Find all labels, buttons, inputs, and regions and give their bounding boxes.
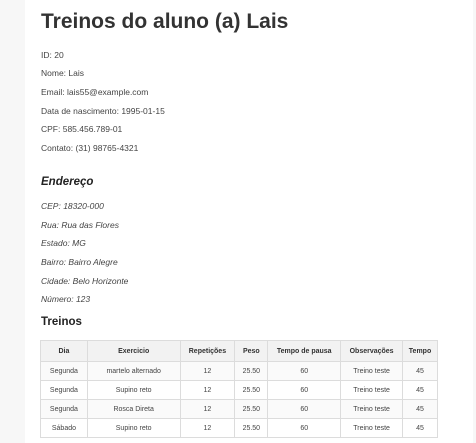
table-header-row: Dia Exercicio Repetições Peso Tempo de p…	[40, 340, 438, 362]
cell-notes: Treino teste	[340, 399, 404, 419]
student-id: ID: 20	[41, 50, 64, 60]
cell-day: Segunda	[40, 399, 88, 419]
cell-time: 45	[402, 380, 438, 400]
table-row: Sábado Supino reto 12 25.50 60 Treino te…	[40, 418, 438, 438]
table-row: Segunda martelo alternado 12 25.50 60 Tr…	[40, 361, 438, 381]
address-number: Número: 123	[41, 294, 91, 304]
trainings-heading: Treinos	[41, 316, 82, 328]
cell-notes: Treino teste	[340, 361, 404, 381]
cell-time: 45	[402, 361, 438, 381]
report-page: Treinos do aluno (a) Lais ID: 20 Nome: L…	[25, 0, 473, 443]
cell-exercise: Supino reto	[86, 418, 181, 438]
table-row: Segunda Supino reto 12 25.50 60 Treino t…	[40, 380, 438, 400]
cell-weight: 25.50	[234, 418, 269, 438]
page-title: Treinos do aluno (a) Lais	[41, 10, 289, 33]
cell-repetitions: 12	[179, 399, 236, 419]
student-birthdate: Data de nascimento: 1995-01-15	[41, 106, 165, 116]
column-header-weight: Peso	[234, 340, 269, 362]
cell-day: Segunda	[40, 380, 88, 400]
cell-exercise: martelo alternado	[86, 361, 181, 381]
student-name: Nome: Lais	[41, 68, 84, 78]
cell-repetitions: 12	[179, 418, 236, 438]
cell-rest-time: 60	[267, 380, 342, 400]
column-header-time: Tempo	[402, 340, 438, 362]
cell-time: 45	[402, 418, 438, 438]
address-heading: Endereço	[41, 176, 94, 188]
column-header-day: Dia	[40, 340, 88, 362]
student-cpf: CPF: 585.456.789-01	[41, 124, 123, 134]
cell-exercise: Supino reto	[86, 380, 181, 400]
address-city: Cidade: Belo Horizonte	[41, 276, 129, 286]
column-header-repetitions: Repetições	[179, 340, 236, 362]
cell-exercise: Rosca Direta	[86, 399, 181, 419]
column-header-notes: Observações	[340, 340, 404, 362]
cell-weight: 25.50	[234, 361, 269, 381]
address-cep: CEP: 18320-000	[41, 201, 104, 211]
cell-repetitions: 12	[179, 380, 236, 400]
trainings-table: Dia Exercicio Repetições Peso Tempo de p…	[40, 340, 438, 438]
cell-rest-time: 60	[267, 399, 342, 419]
student-contact: Contato: (31) 98765-4321	[41, 143, 139, 153]
cell-rest-time: 60	[267, 361, 342, 381]
cell-weight: 25.50	[234, 399, 269, 419]
student-email: Email: lais55@example.com	[41, 87, 149, 97]
cell-day: Segunda	[40, 361, 88, 381]
table-row: Segunda Rosca Direta 12 25.50 60 Treino …	[40, 399, 438, 419]
cell-repetitions: 12	[179, 361, 236, 381]
cell-weight: 25.50	[234, 380, 269, 400]
address-state: Estado: MG	[41, 238, 86, 248]
address-street: Rua: Rua das Flores	[41, 220, 119, 230]
cell-time: 45	[402, 399, 438, 419]
cell-day: Sábado	[40, 418, 88, 438]
cell-notes: Treino teste	[340, 380, 404, 400]
cell-rest-time: 60	[267, 418, 342, 438]
column-header-rest-time: Tempo de pausa	[267, 340, 342, 362]
column-header-exercise: Exercicio	[86, 340, 181, 362]
cell-notes: Treino teste	[340, 418, 404, 438]
address-district: Bairro: Bairro Alegre	[41, 257, 118, 267]
